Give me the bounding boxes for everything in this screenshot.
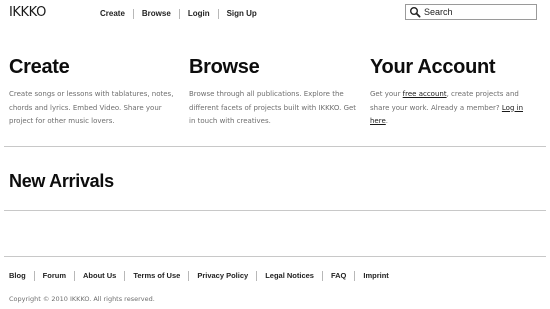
footer-link-legal[interactable]: Legal Notices (257, 270, 322, 282)
footer-link-about-us[interactable]: About Us (75, 270, 124, 282)
account-column: Your Account Get your free account, crea… (370, 56, 540, 129)
divider (4, 256, 546, 257)
account-text-after: . (385, 117, 389, 125)
account-text-before: Get your (370, 90, 403, 98)
top-navigation: Create Browse Login Sign Up (92, 7, 265, 21)
site-logo[interactable]: IKKKO (9, 5, 46, 21)
divider (4, 210, 546, 211)
footer-link-privacy[interactable]: Privacy Policy (189, 270, 256, 282)
search-box[interactable] (405, 4, 537, 20)
create-description: Create songs or lessons with tablatures,… (9, 90, 174, 125)
copyright-text: Copyright © 2010 IKKKO. All rights reser… (9, 295, 155, 303)
create-heading[interactable]: Create (9, 56, 184, 78)
magnifier-icon[interactable] (409, 6, 421, 18)
footer-link-blog[interactable]: Blog (1, 270, 34, 282)
account-description: Get your free account, create projects a… (370, 88, 540, 129)
footer-link-forum[interactable]: Forum (35, 270, 74, 282)
browse-column: Browse Browse through all publications. … (189, 56, 364, 129)
divider (4, 146, 546, 147)
footer-link-terms[interactable]: Terms of Use (125, 270, 188, 282)
create-column: Create Create songs or lessons with tabl… (9, 56, 184, 129)
nav-signup-link[interactable]: Sign Up (219, 8, 265, 20)
search-input[interactable] (424, 6, 534, 18)
new-arrivals-heading: New Arrivals (9, 171, 114, 191)
browse-description: Browse through all publications. Explore… (189, 90, 357, 125)
footer-link-faq[interactable]: FAQ (323, 270, 354, 282)
account-heading[interactable]: Your Account (370, 56, 540, 78)
nav-login-link[interactable]: Login (180, 8, 218, 20)
browse-heading[interactable]: Browse (189, 56, 364, 78)
free-account-link[interactable]: free account (403, 90, 447, 98)
footer-navigation: Blog Forum About Us Terms of Use Privacy… (1, 269, 397, 283)
footer-link-imprint[interactable]: Imprint (355, 270, 396, 282)
nav-browse-link[interactable]: Browse (134, 8, 179, 20)
nav-create-link[interactable]: Create (92, 8, 133, 20)
